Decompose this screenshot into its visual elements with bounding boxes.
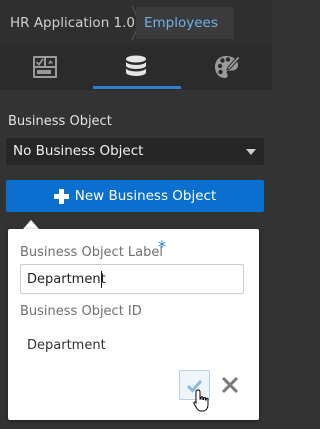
new-business-object-label: New Business Object: [74, 188, 217, 204]
plus-icon: [53, 188, 69, 204]
popover-arrow: [23, 220, 39, 229]
new-business-object-popover: Business Object Label * Department Busin…: [8, 229, 259, 420]
breadcrumb-app[interactable]: HR Application 1.0: [10, 7, 135, 39]
tab-data[interactable]: [91, 44, 181, 90]
business-object-select[interactable]: No Business Object: [6, 138, 264, 165]
business-object-id-value: Department: [27, 338, 106, 353]
active-tab-indicator: [93, 86, 181, 89]
tab-components[interactable]: [0, 44, 90, 90]
components-icon: [33, 56, 57, 78]
close-icon: [221, 376, 239, 394]
tab-theme[interactable]: [182, 44, 272, 90]
cancel-button[interactable]: [219, 374, 241, 396]
business-object-label-input[interactable]: Department: [20, 264, 244, 294]
required-indicator: *: [158, 237, 166, 256]
business-object-label-field-label: Business Object Label: [20, 245, 163, 260]
breadcrumb-current[interactable]: Employees: [136, 7, 234, 39]
business-object-select-value: No Business Object: [13, 143, 144, 159]
panel-tabs: [0, 44, 272, 90]
chevron-down-icon: [246, 149, 256, 155]
mouse-pointer-icon: [193, 389, 209, 412]
new-business-object-button[interactable]: New Business Object: [6, 180, 264, 212]
palette-icon: [215, 55, 240, 78]
text-caret: [101, 271, 102, 288]
database-icon: [126, 55, 146, 76]
business-object-label-input-value: Department: [27, 272, 106, 287]
business-object-label: Business Object: [8, 114, 112, 129]
breadcrumb: HR Application 1.0 Employees: [0, 0, 272, 44]
business-object-id-field-label: Business Object ID: [20, 304, 142, 319]
